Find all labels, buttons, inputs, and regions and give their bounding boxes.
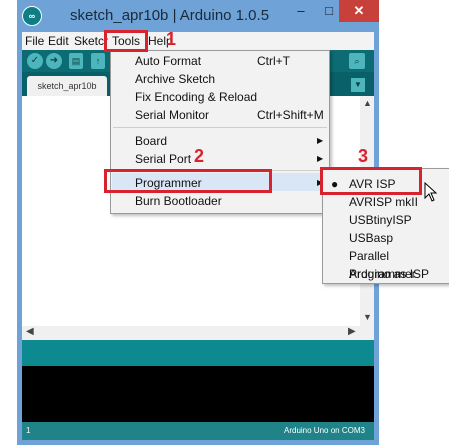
close-button[interactable]: ✕ xyxy=(339,0,379,22)
message-area xyxy=(22,340,374,366)
menu-item-label: Serial Port xyxy=(135,152,192,166)
annotation-number-1: 1 xyxy=(166,29,177,49)
submenu-item-label: Arduino as ISP xyxy=(349,267,430,281)
annotation-box-programmer xyxy=(104,169,272,193)
submenu-item-parallel-programmer[interactable]: Parallel Programmer xyxy=(323,247,449,281)
mouse-cursor-icon xyxy=(424,182,438,202)
menu-item-archive-sketch[interactable]: Archive Sketch xyxy=(111,70,329,88)
scroll-up-icon[interactable]: ▲ xyxy=(363,98,372,108)
menu-item-board[interactable]: Board ▶ xyxy=(111,132,329,150)
submenu-item-label: USBtinyISP xyxy=(349,213,412,227)
menu-sketch[interactable]: Sketch xyxy=(74,32,108,50)
verify-icon[interactable]: ✓ xyxy=(27,53,43,69)
menu-file[interactable]: File xyxy=(25,32,44,50)
horizontal-scrollbar[interactable]: ◀ ▶ xyxy=(22,326,374,340)
menu-item-label: Fix Encoding & Reload xyxy=(135,90,258,104)
menu-item-label: Burn Bootloader xyxy=(135,194,222,208)
submenu-item-arduino-as-isp[interactable]: Arduino as ISP xyxy=(323,265,449,283)
menu-item-shortcut: Ctrl+T xyxy=(257,54,290,68)
window-title: sketch_apr10b | Arduino 1.0.5 xyxy=(70,7,270,24)
menu-item-serial-monitor[interactable]: Serial Monitor Ctrl+Shift+M xyxy=(111,106,329,124)
annotation-box-avr-isp xyxy=(320,167,422,195)
submenu-item-label: AVRISP mkII xyxy=(349,195,418,209)
submenu-arrow-icon: ▶ xyxy=(317,136,324,145)
upload-icon[interactable]: ➜ xyxy=(46,53,62,69)
line-number: 1 xyxy=(26,426,31,435)
menu-item-label: Auto Format xyxy=(135,54,202,68)
submenu-item-label: USBasp xyxy=(349,231,394,245)
scroll-down-icon[interactable]: ▼ xyxy=(363,312,372,322)
annotation-number-2: 2 xyxy=(194,146,205,166)
menu-item-auto-format[interactable]: Auto Format Ctrl+T xyxy=(111,52,329,70)
tab-menu-arrow-icon[interactable]: ▼ xyxy=(351,78,365,92)
menu-item-label: Archive Sketch xyxy=(135,72,216,86)
menu-item-fix-encoding[interactable]: Fix Encoding & Reload xyxy=(111,88,329,106)
menu-separator xyxy=(113,127,327,128)
submenu-item-usbasp[interactable]: USBasp xyxy=(323,229,449,247)
new-icon[interactable]: ▤ xyxy=(69,53,83,69)
submenu-item-usbtinyisp[interactable]: USBtinyISP xyxy=(323,211,449,229)
annotation-number-3: 3 xyxy=(358,146,369,166)
tab-sketch[interactable]: sketch_apr10b xyxy=(27,76,107,98)
console-output[interactable] xyxy=(22,366,374,422)
status-bar: 1 Arduino Uno on COM3 xyxy=(22,422,374,440)
board-info: Arduino Uno on COM3 xyxy=(284,426,365,435)
menu-item-serial-port[interactable]: Serial Port ▶ xyxy=(111,150,329,168)
annotation-box-tools xyxy=(104,30,148,52)
menu-edit[interactable]: Edit xyxy=(48,32,69,50)
scroll-left-icon[interactable]: ◀ xyxy=(26,326,34,337)
menu-item-label: Board xyxy=(135,134,168,148)
submenu-arrow-icon: ▶ xyxy=(317,154,324,163)
arduino-logo-icon: ∞ xyxy=(22,6,42,26)
scroll-right-icon[interactable]: ▶ xyxy=(348,326,356,337)
menu-bar: File Edit Sketch Tools Help xyxy=(22,32,374,50)
open-icon[interactable]: ↑ xyxy=(91,53,105,69)
menu-item-shortcut: Ctrl+Shift+M xyxy=(257,108,324,122)
magnifier-icon[interactable]: ⌕ xyxy=(349,53,365,69)
minimize-button[interactable]: – xyxy=(287,0,315,22)
menu-item-burn-bootloader[interactable]: Burn Bootloader xyxy=(111,192,329,210)
menu-item-label: Serial Monitor xyxy=(135,108,210,122)
